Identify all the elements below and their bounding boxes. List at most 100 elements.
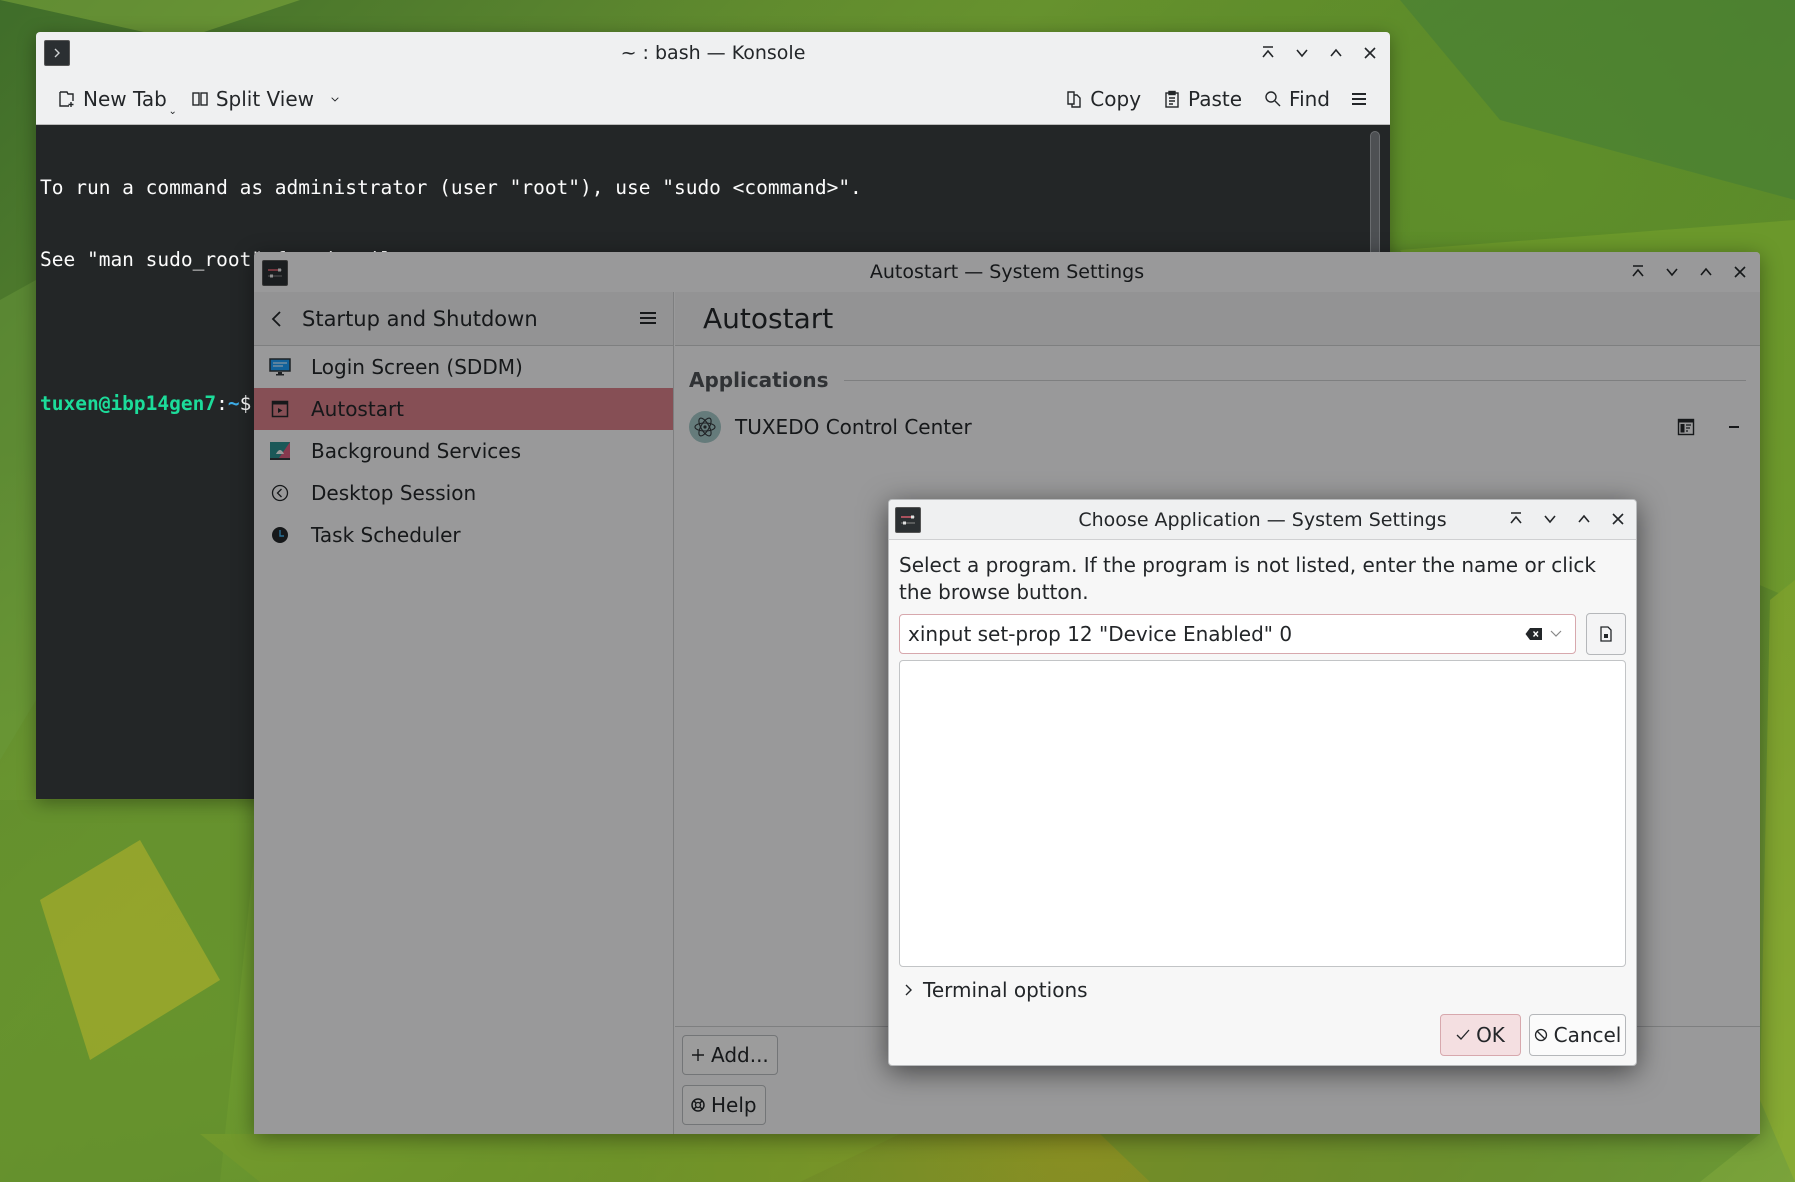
new-tab-button[interactable]: New Tab ⌄ xyxy=(50,83,177,117)
cancel-button[interactable]: Cancel xyxy=(1529,1014,1626,1056)
tuxedo-control-center-icon xyxy=(689,411,721,443)
paste-icon xyxy=(1165,90,1179,108)
system-settings-app-icon[interactable] xyxy=(262,260,288,286)
autostart-icon xyxy=(269,398,291,420)
new-tab-label: New Tab xyxy=(83,87,167,111)
dropdown-button[interactable] xyxy=(1545,623,1567,645)
sidebar-item-label: Desktop Session xyxy=(311,481,477,505)
minimize-icon xyxy=(1296,49,1308,58)
cancel-label: Cancel xyxy=(1553,1023,1622,1047)
sidebar-item-label: Background Services xyxy=(311,439,522,463)
chevron-down-icon xyxy=(331,97,339,102)
monitor-icon xyxy=(269,356,291,378)
maximize-button[interactable] xyxy=(1570,505,1598,533)
close-icon xyxy=(1734,266,1746,278)
clock-icon xyxy=(269,524,291,546)
sidebar-item-label: Login Screen (SDDM) xyxy=(311,355,523,379)
window-title: Autostart — System Settings xyxy=(869,261,1145,283)
minimize-button[interactable] xyxy=(1288,39,1316,67)
ok-button[interactable]: OK xyxy=(1440,1014,1521,1056)
system-settings-app-icon[interactable] xyxy=(895,507,921,533)
copy-icon xyxy=(1067,91,1081,108)
app-name: TUXEDO Control Center xyxy=(735,415,972,439)
window-controls xyxy=(1254,39,1384,67)
help-lifebuoy-icon xyxy=(691,1098,705,1112)
clear-input-button[interactable] xyxy=(1523,623,1545,645)
terminal-options-expander[interactable]: Terminal options xyxy=(903,978,1088,1002)
konsole-titlebar[interactable]: ~ : bash — Konsole xyxy=(36,32,1390,74)
window-controls xyxy=(1502,505,1632,533)
find-button[interactable]: Find xyxy=(1256,83,1338,115)
hamburger-menu-button[interactable] xyxy=(1342,86,1376,112)
prompt-path: ~ xyxy=(227,392,240,415)
window-title: ~ : bash — Konsole xyxy=(620,42,806,64)
keep-above-button[interactable] xyxy=(1624,258,1652,286)
program-combobox[interactable] xyxy=(899,614,1576,654)
checkmark-icon xyxy=(1456,1029,1470,1040)
konsole-app-icon[interactable] xyxy=(44,40,70,66)
new-tab-icon xyxy=(59,91,74,107)
paste-button[interactable]: Paste xyxy=(1155,83,1250,115)
hamburger-icon xyxy=(1352,93,1366,105)
sidebar-item-autostart[interactable]: Autostart xyxy=(254,388,673,430)
dialog-titlebar[interactable]: Choose Application — System Settings xyxy=(889,500,1636,540)
maximize-button[interactable] xyxy=(1322,39,1350,67)
help-button[interactable]: Help xyxy=(682,1085,766,1125)
minimize-button[interactable] xyxy=(1536,505,1564,533)
close-button[interactable] xyxy=(1604,505,1632,533)
split-view-label: Split View xyxy=(215,87,315,111)
help-button-label: Help xyxy=(711,1093,757,1117)
back-button[interactable] xyxy=(270,310,292,328)
maximize-icon xyxy=(1330,48,1342,57)
add-button[interactable]: Add... xyxy=(682,1035,778,1075)
copy-button[interactable]: Copy xyxy=(1057,83,1149,115)
program-input[interactable] xyxy=(908,622,1523,646)
keep-above-button[interactable] xyxy=(1502,505,1530,533)
browse-button[interactable] xyxy=(1586,613,1626,655)
properties-button[interactable] xyxy=(1674,415,1698,439)
split-view-button[interactable]: Split View xyxy=(183,83,349,115)
cancel-icon xyxy=(1534,1028,1547,1042)
sidebar-item-task-scheduler[interactable]: Task Scheduler xyxy=(254,514,673,556)
desktop-session-icon xyxy=(269,482,291,504)
sidebar-menu-button[interactable] xyxy=(639,307,657,331)
sidebar-header: Startup and Shutdown xyxy=(254,292,673,346)
chevron-right-icon xyxy=(905,984,912,996)
close-button[interactable] xyxy=(1356,39,1384,67)
terminal-options-label: Terminal options xyxy=(923,978,1088,1002)
maximize-button[interactable] xyxy=(1692,258,1720,286)
keep-above-button[interactable] xyxy=(1254,39,1282,67)
sidebar-title: Startup and Shutdown xyxy=(302,306,538,331)
settings-titlebar[interactable]: Autostart — System Settings xyxy=(254,252,1760,292)
remove-button[interactable] xyxy=(1722,415,1746,439)
ok-label: OK xyxy=(1476,1023,1505,1047)
settings-sidebar: Startup and Shutdown Login Screen (SDDM)… xyxy=(254,292,674,1134)
prompt-user: tuxen@ibp14gen7 xyxy=(40,392,217,415)
sidebar-item-desktop-session[interactable]: Desktop Session xyxy=(254,472,673,514)
chevron-down-icon: ⌄ xyxy=(168,106,177,117)
split-view-icon xyxy=(192,92,208,106)
chevron-left-icon xyxy=(271,310,281,327)
properties-icon xyxy=(1677,418,1695,436)
sidebar-item-label: Autostart xyxy=(311,397,405,421)
add-button-label: Add... xyxy=(711,1043,769,1067)
paste-label: Paste xyxy=(1188,87,1243,111)
application-list[interactable] xyxy=(899,660,1626,967)
close-button[interactable] xyxy=(1726,258,1754,286)
clear-backspace-icon xyxy=(1525,628,1542,640)
dialog-description: Select a program. If the program is not … xyxy=(899,553,1596,604)
keep-above-icon xyxy=(1632,265,1644,277)
search-icon xyxy=(1265,91,1281,107)
close-icon xyxy=(1364,47,1376,59)
maximize-icon xyxy=(1578,514,1590,523)
hamburger-icon xyxy=(640,311,656,324)
sidebar-item-background-services[interactable]: Background Services xyxy=(254,430,673,472)
maximize-icon xyxy=(1700,267,1712,276)
section-header: Applications xyxy=(689,368,1746,392)
autostart-app-row[interactable]: TUXEDO Control Center xyxy=(689,406,1746,448)
find-label: Find xyxy=(1289,87,1330,111)
plus-icon xyxy=(692,1049,704,1061)
sidebar-item-login-screen[interactable]: Login Screen (SDDM) xyxy=(254,346,673,388)
minimize-button[interactable] xyxy=(1658,258,1686,286)
keep-above-icon xyxy=(1262,46,1274,58)
